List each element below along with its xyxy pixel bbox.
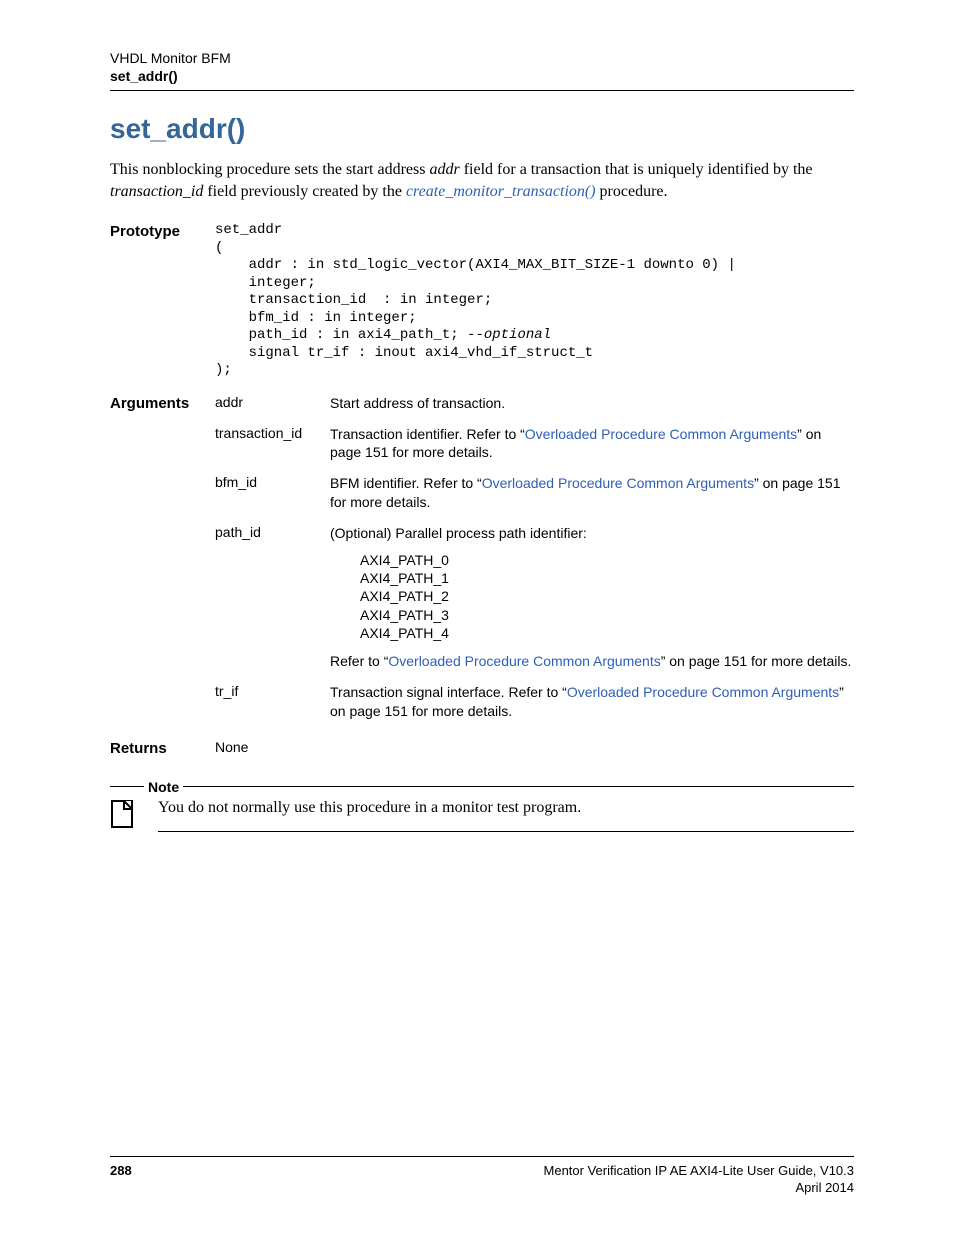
- page-header: VHDL Monitor BFM set_addr(): [110, 50, 854, 91]
- header-rule: [110, 90, 854, 91]
- note-text: You do not normally use this procedure i…: [158, 799, 854, 821]
- note-rule: [158, 831, 854, 832]
- intro-text: procedure.: [596, 183, 668, 200]
- page: VHDL Monitor BFM set_addr() set_addr() T…: [0, 0, 954, 1235]
- argument-desc: Transaction identifier. Refer to “Overlo…: [330, 425, 854, 463]
- returns-label: Returns: [110, 739, 215, 757]
- prototype-section: Prototype set_addr ( addr : in std_logic…: [110, 222, 854, 380]
- argument-desc: BFM identifier. Refer to “Overloaded Pro…: [330, 474, 854, 512]
- argument-name: tr_if: [215, 683, 330, 699]
- argument-row: tr_if Transaction signal interface. Refe…: [215, 683, 854, 721]
- arguments-label: Arguments: [110, 394, 215, 412]
- page-title: set_addr(): [110, 113, 854, 145]
- argument-row: addr Start address of transaction.: [215, 394, 854, 413]
- note-rule: [183, 786, 854, 787]
- argument-desc: Transaction signal interface. Refer to “…: [330, 683, 854, 721]
- argument-name: transaction_id: [215, 425, 330, 441]
- intro-text: field previously created by the: [203, 183, 406, 200]
- footer-guide: Mentor Verification IP AE AXI4-Lite User…: [544, 1163, 854, 1178]
- link-overloaded-args[interactable]: Overloaded Procedure Common Arguments: [388, 653, 660, 669]
- link-overloaded-args[interactable]: Overloaded Procedure Common Arguments: [567, 684, 839, 700]
- argument-row: path_id (Optional) Parallel process path…: [215, 524, 854, 671]
- footer-date: April 2014: [110, 1180, 854, 1195]
- link-create-monitor-transaction[interactable]: create_monitor_transaction(): [406, 183, 596, 200]
- page-number: 288: [110, 1163, 132, 1178]
- prototype-code: set_addr ( addr : in std_logic_vector(AX…: [215, 222, 854, 380]
- returns-value: None: [215, 739, 854, 755]
- intro-text: This nonblocking procedure sets the star…: [110, 161, 429, 178]
- intro-addr-italic: addr: [429, 161, 459, 178]
- argument-name: addr: [215, 394, 330, 410]
- argument-desc: (Optional) Parallel process path identif…: [330, 524, 854, 671]
- returns-section: Returns None: [110, 739, 854, 757]
- argument-row: bfm_id BFM identifier. Refer to “Overloa…: [215, 474, 854, 512]
- footer-rule: [110, 1156, 854, 1157]
- link-overloaded-args[interactable]: Overloaded Procedure Common Arguments: [525, 426, 797, 442]
- note-rule: [110, 786, 144, 787]
- link-overloaded-args[interactable]: Overloaded Procedure Common Arguments: [482, 475, 754, 491]
- argument-name: bfm_id: [215, 474, 330, 490]
- header-current: set_addr(): [110, 68, 854, 84]
- header-chapter: VHDL Monitor BFM: [110, 50, 854, 66]
- intro-text: field for a transaction that is uniquely…: [460, 161, 813, 178]
- intro-tid-italic: transaction_id: [110, 183, 203, 200]
- note-label: Note: [144, 779, 183, 795]
- note-block: Note You do not normally use this proced…: [110, 779, 854, 832]
- path-id-list: AXI4_PATH_0 AXI4_PATH_1 AXI4_PATH_2 AXI4…: [360, 551, 854, 642]
- argument-name: path_id: [215, 524, 330, 540]
- argument-desc: Start address of transaction.: [330, 394, 854, 413]
- page-footer: 288 Mentor Verification IP AE AXI4-Lite …: [110, 1156, 854, 1195]
- note-icon: [110, 799, 158, 829]
- intro-paragraph: This nonblocking procedure sets the star…: [110, 159, 854, 202]
- argument-row: transaction_id Transaction identifier. R…: [215, 425, 854, 463]
- arguments-section: Arguments addr Start address of transact…: [110, 394, 854, 725]
- prototype-label: Prototype: [110, 222, 215, 240]
